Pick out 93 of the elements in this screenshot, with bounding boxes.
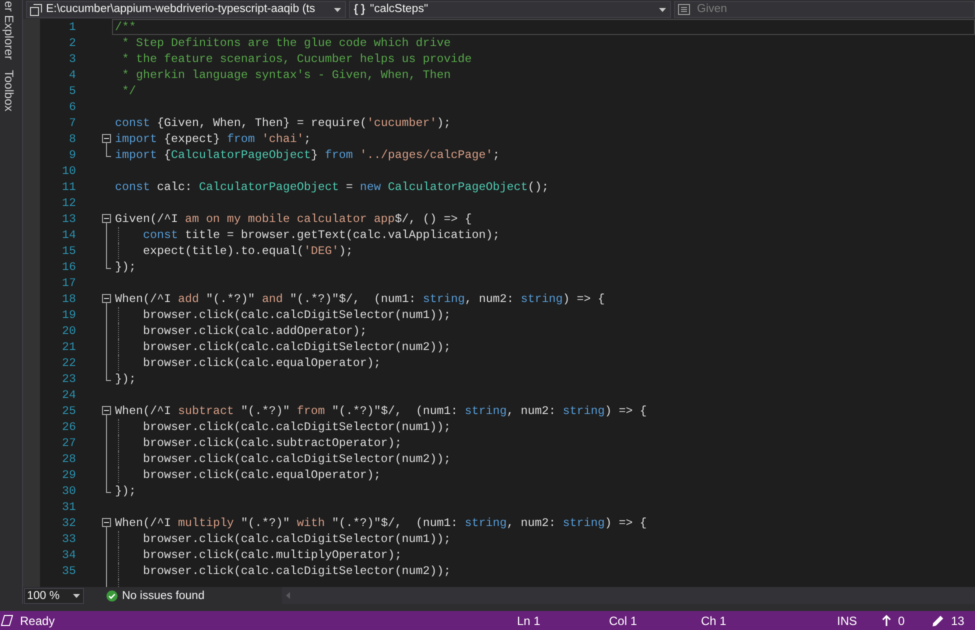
line-number: 35 <box>62 563 76 579</box>
line-number: 23 <box>62 371 76 387</box>
side-tab[interactable]: er Explorer <box>1 1 17 60</box>
zoom-dropdown[interactable]: 100 % <box>24 588 84 604</box>
braces-icon <box>353 3 366 16</box>
line-number: 8 <box>69 131 76 147</box>
pencil-icon[interactable] <box>932 614 944 626</box>
line-number: 2 <box>69 35 76 51</box>
line-number: 26 <box>62 419 76 435</box>
line-number: 13 <box>62 211 76 227</box>
line-number: 28 <box>62 451 76 467</box>
check-circle-icon <box>106 590 118 602</box>
edits-count[interactable]: 13 <box>951 612 964 630</box>
line-number: 4 <box>69 67 76 83</box>
issues-status: No issues found <box>122 588 204 602</box>
code-line: browser.click(calc.equalOperator); <box>142 468 381 482</box>
project-dropdown[interactable]: E:\cucumber\appium-webdriverio-typescript-aaqib (ts <box>26 1 346 18</box>
code-line: import {CalculatorPageObject} from '../pages/calcPage'; <box>115 148 500 162</box>
code-line: * gherkin language syntax's - Given, When, Then <box>120 68 451 82</box>
code-line: browser.click(calc.equalOperator); <box>142 356 381 370</box>
collapse-icon[interactable] <box>102 214 111 223</box>
column-indicator: Col 1 <box>609 614 638 628</box>
line-number: 12 <box>62 195 76 211</box>
code-line: * Step Definitons are the glue code which drive <box>120 36 451 50</box>
line-number: 6 <box>69 99 76 115</box>
line-number: 34 <box>62 547 76 563</box>
line-number: 3 <box>69 51 76 67</box>
collapse-icon[interactable] <box>102 294 111 303</box>
code-line: browser.click(calc.addOperator); <box>142 324 367 338</box>
line-number: 10 <box>62 163 76 179</box>
collapse-icon[interactable] <box>102 134 111 143</box>
line-number: 19 <box>62 307 76 323</box>
code-line: browser.click(calc.calcDigitSelector(num1)); <box>142 308 451 322</box>
code-line: browser.click(calc.calcDigitSelector(num2)); <box>142 564 451 578</box>
arrow-up-icon[interactable] <box>882 615 891 626</box>
line-number: 25 <box>62 403 76 419</box>
line-number: 1 <box>69 19 76 35</box>
line-number: 27 <box>62 435 76 451</box>
code-line: Given(/^I am on my mobile calculator app$/, () => { <box>115 212 472 226</box>
code-line: expect(title).to.equal('DEG'); <box>142 244 353 258</box>
code-line: browser.click(calc.calcDigitSelector(num1)); <box>142 532 451 546</box>
code-line: browser.click(calc.calcDigitSelector(num1)); <box>142 420 451 434</box>
code-line: const {Given, When, Then} = require('cucumber'); <box>115 116 451 130</box>
code-line: When(/^I add "(.*?)" and "(.*?)"$/, (num1: string, num2: string) => { <box>115 292 605 306</box>
code-line: browser.click(calc.calcDigitSelector(num2)); <box>142 340 451 354</box>
line-number: 5 <box>69 83 76 99</box>
code-line: /** <box>115 20 136 34</box>
line-number: 14 <box>62 227 76 243</box>
insert-mode-indicator[interactable]: INS <box>837 614 858 628</box>
horizontal-scrollbar[interactable] <box>282 587 975 604</box>
scope-dropdown[interactable]: "calcSteps" <box>349 1 671 18</box>
caret-icon <box>659 8 666 12</box>
code-line: import {expect} from 'chai'; <box>115 132 311 146</box>
line-number: 17 <box>62 275 76 291</box>
line-number: 11 <box>62 179 76 195</box>
line-number: 16 <box>62 259 76 275</box>
char-indicator: Ch 1 <box>701 614 726 628</box>
line-number: 29 <box>62 467 76 483</box>
code-line: }); <box>115 484 136 498</box>
pending-changes-count[interactable]: 0 <box>898 612 905 630</box>
side-tab[interactable]: Toolbox <box>1 70 17 112</box>
line-number: 33 <box>62 531 76 547</box>
code-line: browser.click(calc.multiplyOperator); <box>142 548 402 562</box>
line-number: 22 <box>62 355 76 371</box>
line-indicator: Ln 1 <box>517 614 540 628</box>
collapse-icon[interactable] <box>102 406 111 415</box>
code-line: */ <box>120 84 136 98</box>
line-number: 30 <box>62 483 76 499</box>
line-number: 15 <box>62 243 76 259</box>
line-number: 9 <box>69 147 76 163</box>
code-line: browser.click(calc.calcDigitSelector(num2)); <box>142 452 451 466</box>
code-line: const calc: CalculatorPageObject = new CalculatorPageObject(); <box>115 180 549 194</box>
code-line: When(/^I multiply "(.*?)" with "(.*?)"$/, (num1: string, num2: string) => { <box>115 516 647 530</box>
code-line: }); <box>115 260 136 274</box>
line-number: 32 <box>62 515 76 531</box>
code-line: When(/^I subtract "(.*?)" from "(.*?)"$/, (num1: string, num2: string) => { <box>115 404 647 418</box>
slanted-frame-icon <box>1 615 13 626</box>
line-number: 20 <box>62 323 76 339</box>
code-line: * the feature scenarios, Cucumber helps us provide <box>120 52 472 66</box>
collapse-icon[interactable] <box>102 518 111 527</box>
overlapping-squares-icon <box>30 4 42 16</box>
list-box-icon <box>678 4 690 15</box>
code-line: }); <box>115 372 136 386</box>
line-number: 24 <box>62 387 76 403</box>
line-number: 18 <box>62 291 76 307</box>
code-line: browser.click(calc.subtractOperator); <box>142 436 402 450</box>
line-number: 31 <box>62 499 76 515</box>
caret-icon <box>73 594 80 598</box>
caret-icon <box>334 8 341 12</box>
code-line: const title = browser.getText(calc.valApplication); <box>142 228 500 242</box>
status-message: Ready <box>20 612 55 630</box>
line-number: 21 <box>62 339 76 355</box>
line-number: 7 <box>69 115 76 131</box>
